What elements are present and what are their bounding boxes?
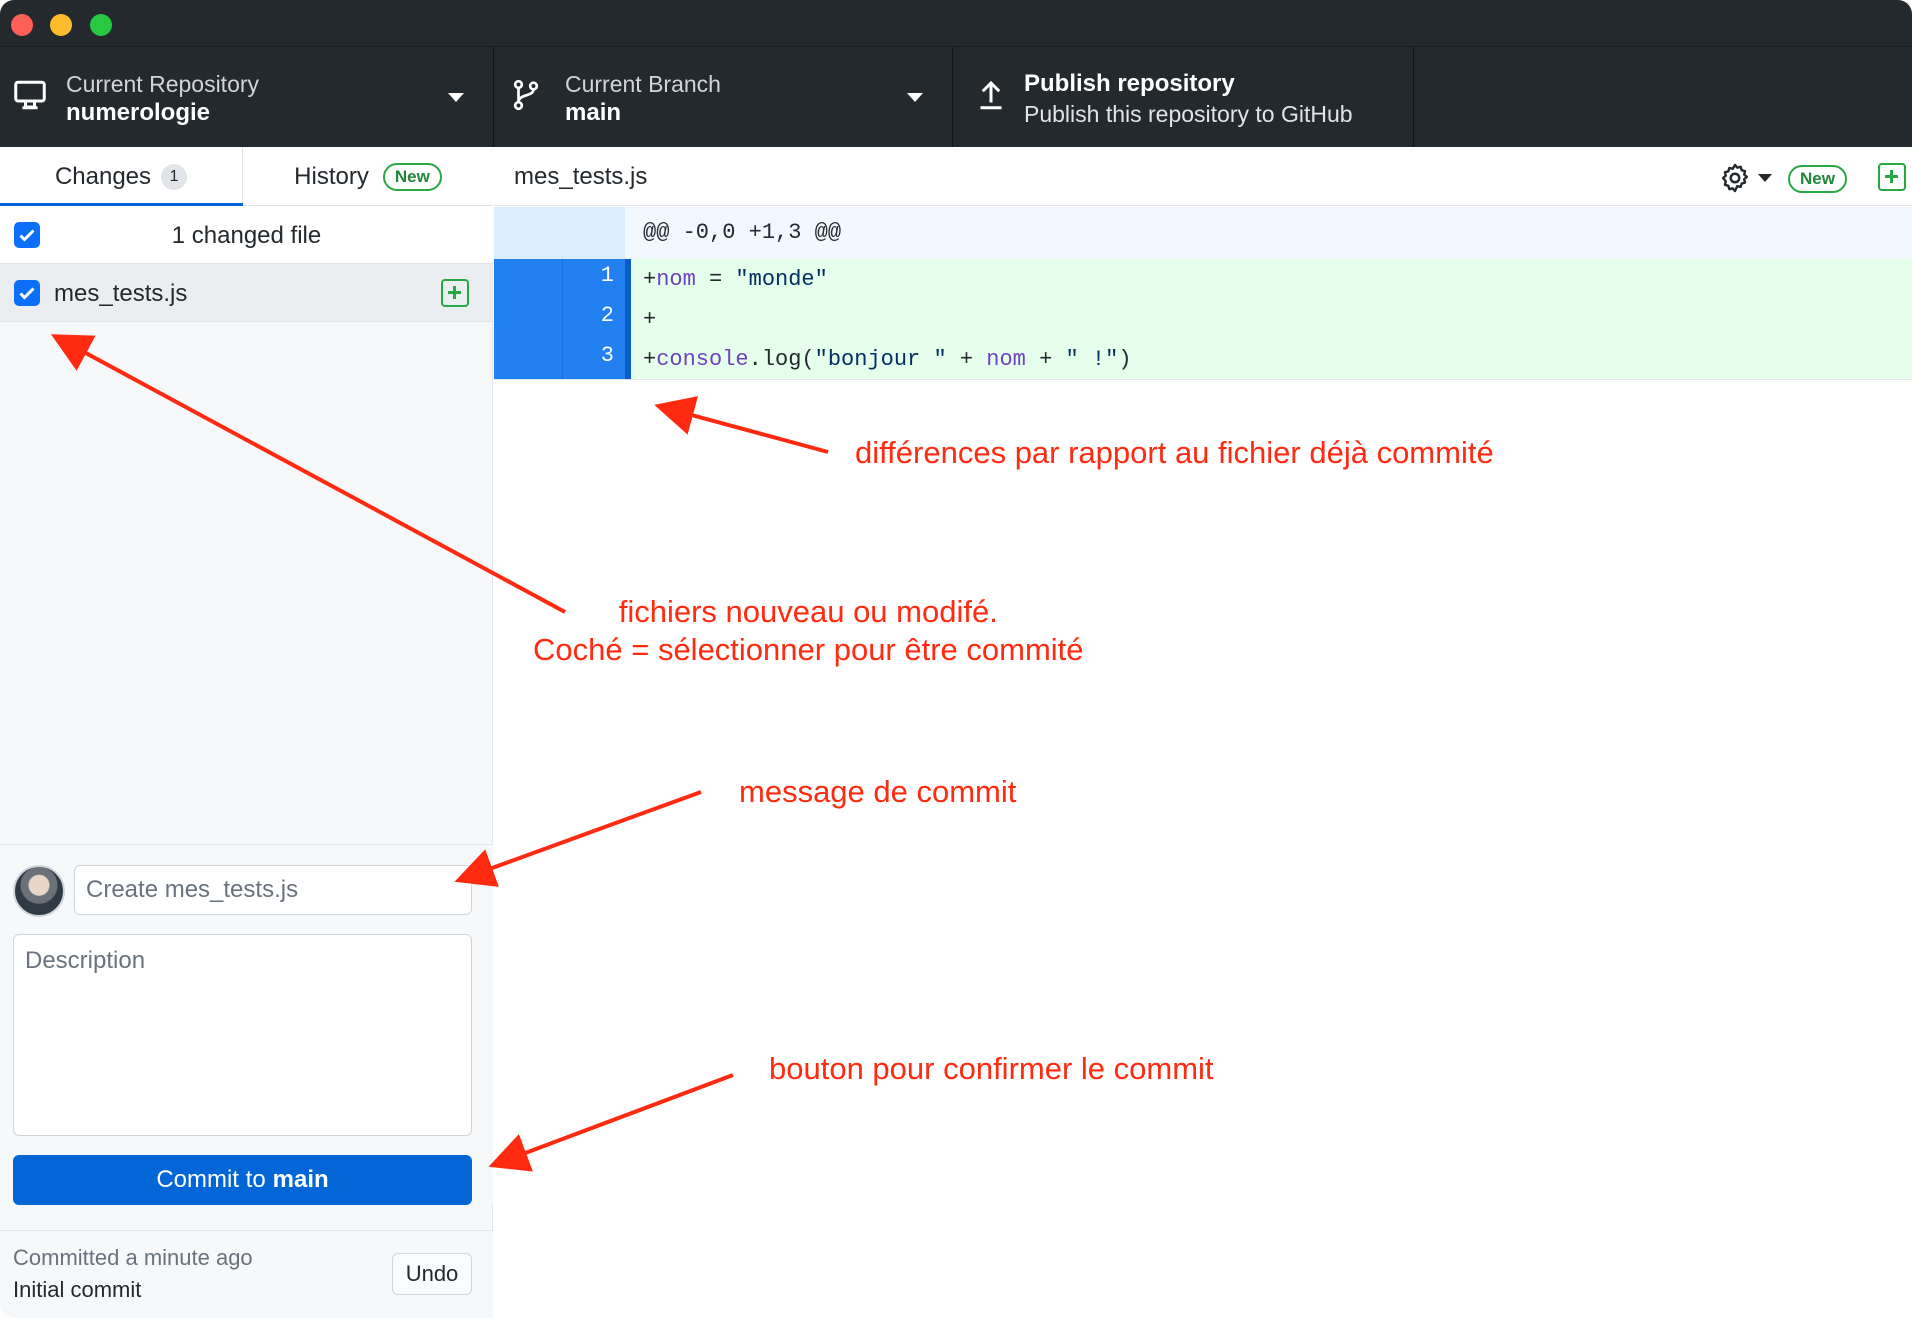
last-commit-time: Committed a minute ago [13,1245,253,1270]
chevron-down-icon [448,93,464,102]
title-bar [0,0,1912,47]
diff-header: mes_tests.js New [494,147,1912,206]
close-window-button[interactable] [11,14,33,36]
current-branch-dropdown[interactable]: Current Branch main [494,47,953,147]
line-number: 3 [600,343,614,368]
diff-view: @@ -0,0 +1,3 @@ 1 +nom = "monde" 2 + 3 +… [494,207,1912,1318]
toolbar: Current Repository numerologie Current B… [0,47,1912,147]
minimize-window-button[interactable] [50,14,72,36]
diff-divider [494,379,1912,380]
branch-name: main [565,99,622,126]
old-line-gutter [494,339,562,379]
changed-files-header: 1 changed file [0,206,493,264]
github-desktop-window: Current Repository numerologie Current B… [0,0,1912,1318]
publish-title: Publish repository [1024,70,1235,97]
computer-icon [14,80,46,110]
repository-title: Current Repository [66,71,260,97]
last-commit-panel: Committed a minute ago Initial commit Un… [0,1230,493,1318]
current-repository-dropdown[interactable]: Current Repository numerologie [0,47,494,147]
new-badge: New [1788,165,1847,193]
undo-button[interactable]: Undo [392,1253,472,1295]
file-checkbox[interactable] [14,280,40,306]
chevron-down-icon [907,93,923,102]
hunk-header: @@ -0,0 +1,3 @@ [643,220,842,245]
git-branch-icon [513,79,539,111]
annotation-message: message de commit [739,774,1017,809]
commit-button-prefix: Commit to [156,1166,266,1193]
changes-count-badge: 1 [161,163,188,190]
diff-line[interactable]: 3 +console.log("bonjour " + nom + " !") [494,339,1912,379]
commit-button-branch: main [272,1166,329,1193]
annotation-files: fichiers nouveau ou modifé. Coché = séle… [533,593,1084,669]
hunk-header-row: @@ -0,0 +1,3 @@ [494,207,1912,259]
diff-line[interactable]: 1 +nom = "monde" [494,259,1912,299]
old-line-gutter [494,259,562,299]
commit-button[interactable]: Commit to main [13,1155,472,1205]
branch-title: Current Branch [565,71,721,97]
diff-file-name: mes_tests.js [514,163,648,190]
commit-message-area: Commit to main [0,844,493,1205]
new-line-gutter [562,207,625,259]
annotation-button: bouton pour confirmer le commit [769,1051,1214,1086]
old-line-gutter [494,207,562,259]
code-line: +console.log("bonjour " + nom + " !") [643,347,1132,372]
publish-subtitle: Publish this repository to GitHub [1024,101,1353,127]
tab-history[interactable]: History New [243,147,493,206]
tab-changes[interactable]: Changes 1 [0,147,243,207]
line-number: 1 [600,263,614,288]
old-line-gutter [494,299,562,339]
chevron-down-icon[interactable] [1758,174,1772,182]
commit-description-input[interactable] [13,934,472,1136]
line-number: 2 [600,303,614,328]
upload-icon [980,80,1002,110]
commit-summary-input[interactable] [74,865,472,915]
file-added-icon [441,279,469,307]
sidebar: Changes 1 History New 1 changed file mes… [0,147,493,1318]
last-commit-message: Initial commit [13,1277,142,1302]
annotation-files-line-1: fichiers nouveau ou modifé. [618,594,998,629]
tab-bar: Changes 1 History New [0,147,493,207]
repository-name: numerologie [66,99,211,126]
code-line: +nom = "monde" [643,267,828,292]
changed-files-count: 1 changed file [171,222,322,249]
annotation-files-line-2: Coché = sélectionner pour être commité [533,632,1084,667]
file-name: mes_tests.js [54,280,188,307]
checkmark-icon [19,287,35,300]
code-line: + [643,307,657,332]
tab-history-label: History [294,162,369,190]
avatar [13,865,65,917]
new-badge: New [382,162,442,191]
zoom-window-button[interactable] [90,14,112,36]
annotation-diff: différences par rapport au fichier déjà … [855,435,1494,470]
tab-changes-label: Changes [54,162,152,190]
list-item[interactable]: mes_tests.js [0,264,493,322]
gear-icon[interactable] [1718,161,1752,195]
diff-line[interactable]: 2 + [494,299,1912,339]
publish-repository-button[interactable]: Publish repository Publish this reposito… [953,47,1414,147]
file-added-icon [1878,163,1906,191]
